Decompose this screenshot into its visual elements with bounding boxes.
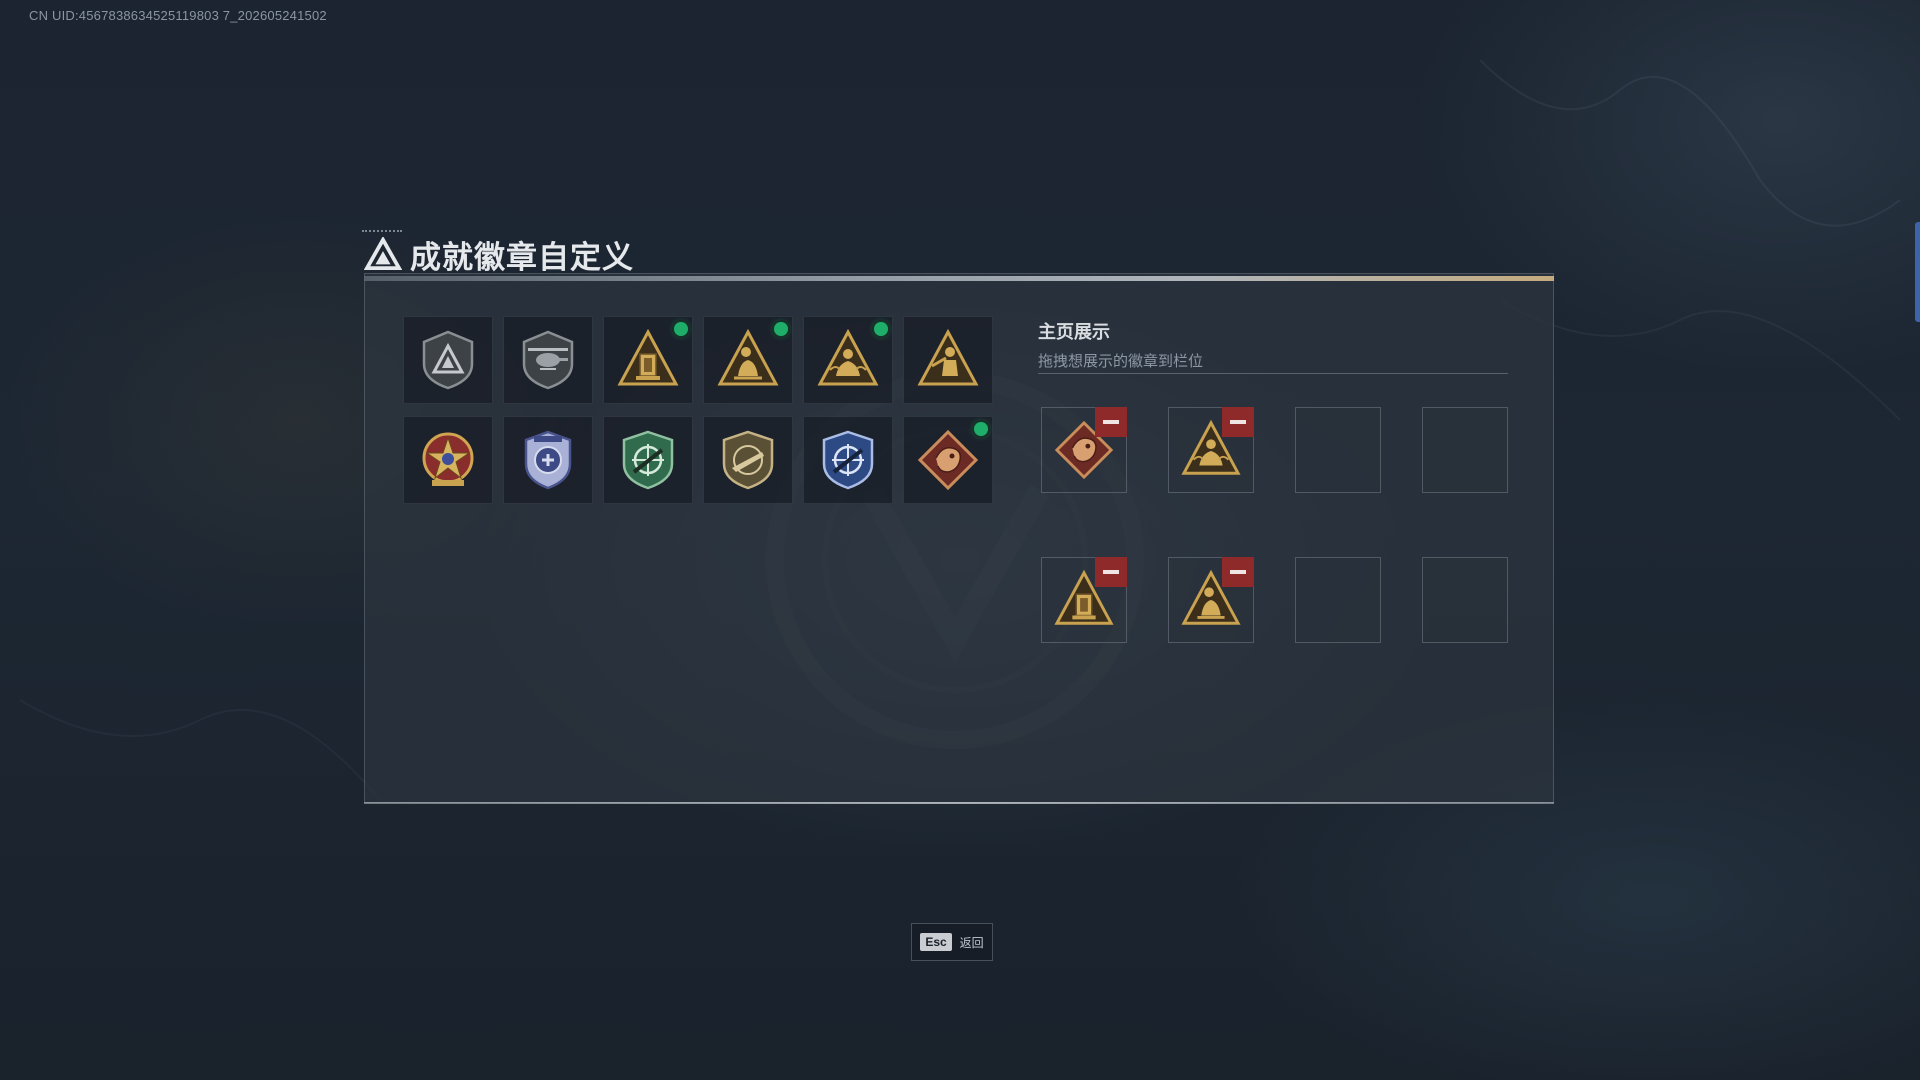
gold-triangle-soldier-badge-icon [917, 328, 979, 386]
badge-cell[interactable] [803, 416, 893, 504]
display-slot-2[interactable] [1168, 407, 1254, 493]
back-button[interactable]: Esc 返回 [911, 923, 993, 961]
gray-helicopter-shield-badge-icon [522, 330, 574, 390]
side-edge-tab[interactable] [1915, 222, 1920, 322]
gray-shield-triangle-badge-icon [422, 330, 474, 390]
badge-cell[interactable] [403, 316, 493, 404]
owned-badge-grid [403, 316, 993, 504]
remove-badge-button[interactable] [1222, 557, 1254, 587]
blue-police-shield-badge-icon [524, 430, 572, 490]
display-slot-3-empty[interactable] [1295, 407, 1381, 493]
dialog-header: 成就徽章自定义 [364, 232, 634, 276]
page-title: 成就徽章自定义 [410, 239, 634, 275]
badge-cell[interactable] [703, 416, 793, 504]
blue-crosshair-rifle-badge-icon [822, 430, 874, 490]
homepage-display-header: 主页展示 拖拽想展示的徽章到栏位 [1038, 318, 1203, 371]
badge-cell[interactable] [503, 316, 593, 404]
gold-triangle-kneeling-figure-badge-icon [817, 328, 879, 386]
display-slot-5[interactable] [1041, 557, 1127, 643]
panel-bottom-line [364, 802, 1554, 804]
new-indicator-dot [974, 422, 988, 436]
badge-cell[interactable] [903, 316, 993, 404]
panel-top-bar [364, 276, 1554, 281]
uid-label: CN UID:4567838634525119803 7_20260524150… [29, 8, 327, 23]
display-slot-6[interactable] [1168, 557, 1254, 643]
display-subtitle: 拖拽想展示的徽章到栏位 [1038, 353, 1204, 370]
display-slot-1[interactable] [1041, 407, 1127, 493]
minus-icon [1230, 570, 1246, 574]
remove-badge-button[interactable] [1095, 407, 1127, 437]
gold-triangle-crouching-figure-badge-icon [717, 328, 779, 386]
display-title: 主页展示 [1038, 322, 1110, 342]
back-label: 返回 [959, 935, 984, 950]
remove-badge-button[interactable] [1095, 557, 1127, 587]
new-indicator-dot [874, 322, 888, 336]
minus-icon [1230, 420, 1246, 424]
gold-triangle-lantern-badge-icon [617, 328, 679, 386]
red-star-medal-badge-icon [422, 432, 474, 486]
remove-badge-button[interactable] [1222, 407, 1254, 437]
minus-icon [1103, 420, 1119, 424]
badge-cell[interactable] [603, 416, 693, 504]
red-dragon-diamond-badge-icon [917, 429, 979, 491]
badge-cell[interactable] [703, 316, 793, 404]
display-slot-7-empty[interactable] [1295, 557, 1381, 643]
badge-cell[interactable] [403, 416, 493, 504]
minus-icon [1103, 570, 1119, 574]
display-slot-8-empty[interactable] [1422, 557, 1508, 643]
new-indicator-dot [674, 322, 688, 336]
green-crosshair-rifle-badge-icon [622, 430, 674, 490]
delta-triangle-icon [364, 237, 402, 271]
esc-key-hint: Esc [920, 933, 952, 951]
badge-cell[interactable] [903, 416, 993, 504]
badge-cell[interactable] [803, 316, 893, 404]
badge-cell[interactable] [503, 416, 593, 504]
display-slot-4-empty[interactable] [1422, 407, 1508, 493]
badge-cell[interactable] [603, 316, 693, 404]
display-divider [1038, 373, 1508, 374]
tan-rifle-shield-badge-icon [722, 430, 774, 490]
new-indicator-dot [774, 322, 788, 336]
